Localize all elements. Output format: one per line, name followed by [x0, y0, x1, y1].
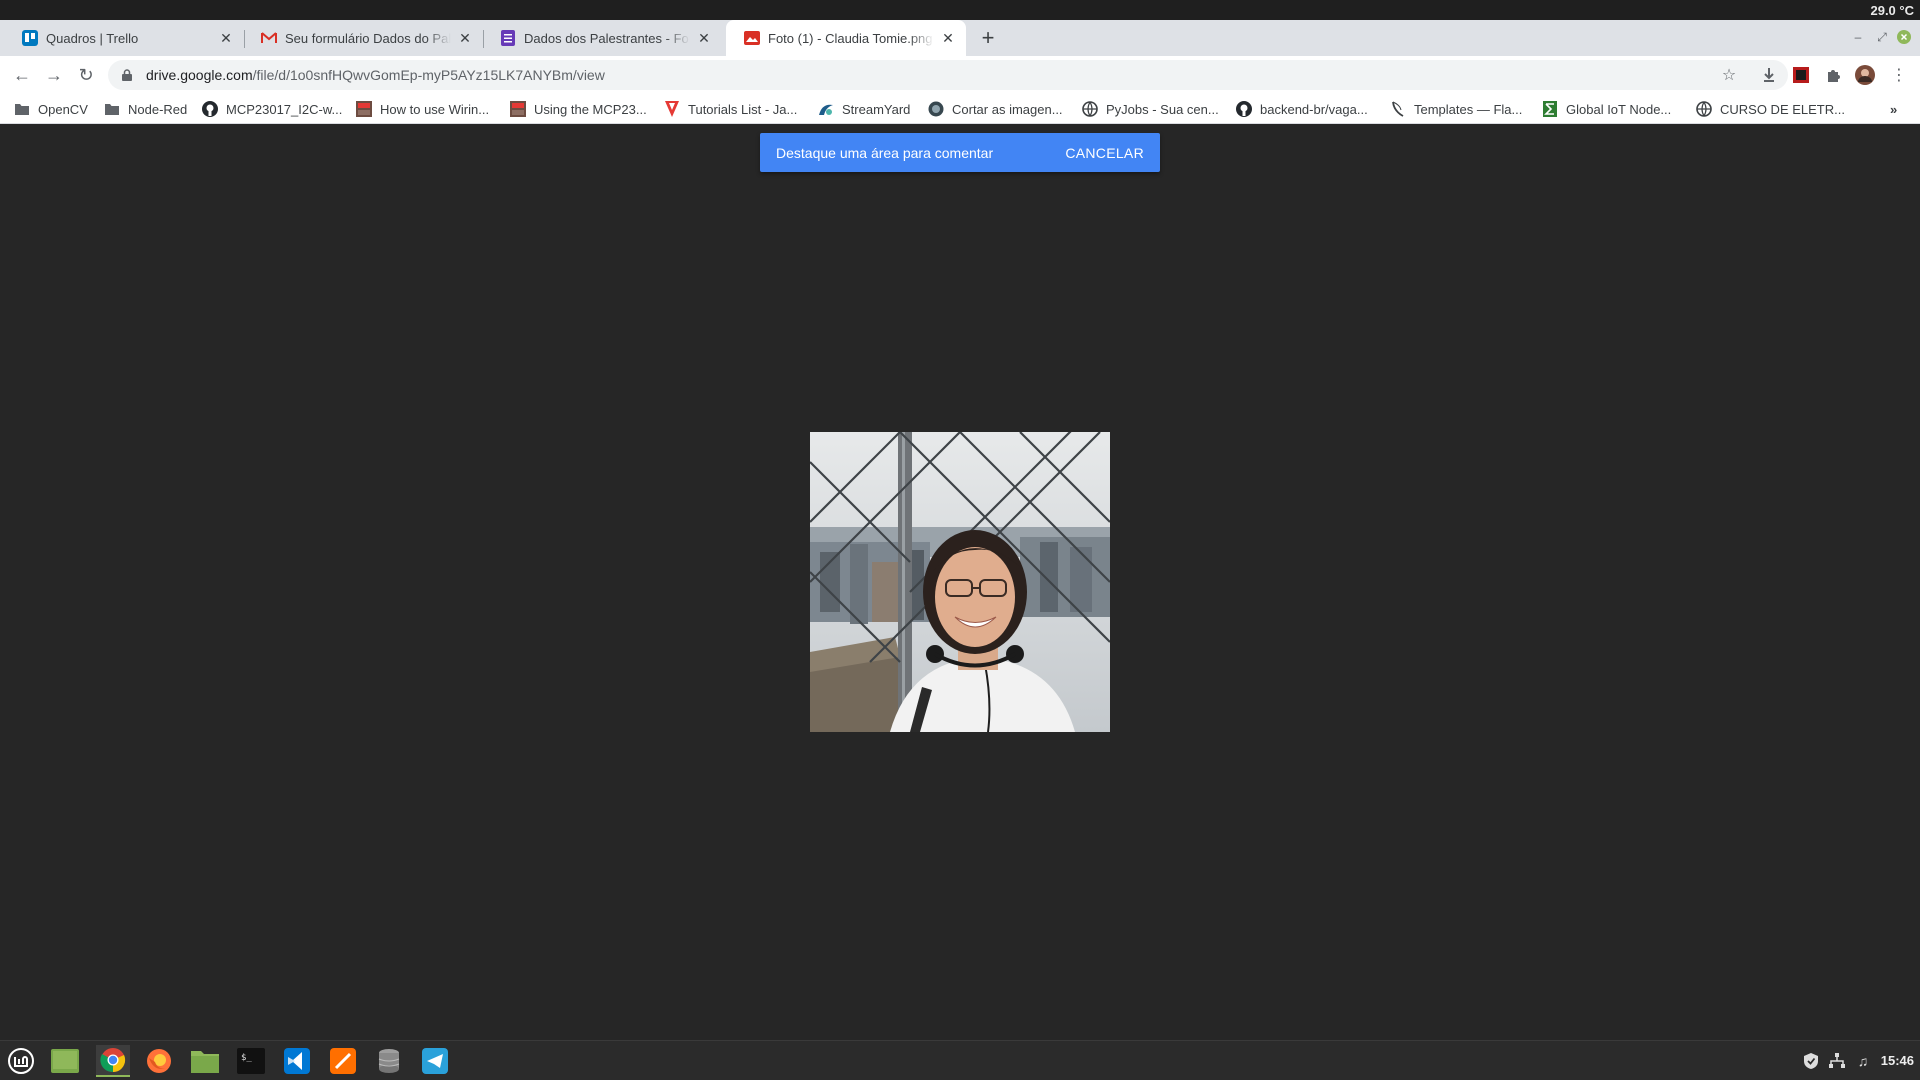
extension-red-icon[interactable]: [1790, 64, 1812, 86]
close-window-icon[interactable]: [1896, 29, 1912, 45]
clock[interactable]: 15:46: [1881, 1053, 1914, 1068]
chrome-icon[interactable]: [96, 1045, 130, 1077]
tab-title: Quadros | Trello: [46, 30, 139, 46]
bookmark-label: CURSO DE ELETR...: [1720, 101, 1845, 117]
bookmark-label: Global IoT Node...: [1566, 101, 1672, 117]
drive-image-viewer: Destaque uma área para comentar CANCELAR: [0, 125, 1920, 1040]
sigma-icon: [1542, 101, 1558, 117]
files-icon[interactable]: [188, 1045, 222, 1077]
globe-icon: [928, 101, 944, 117]
bookmark-item[interactable]: How to use Wirin...: [356, 100, 489, 118]
bookmark-item[interactable]: Cortar as imagen...: [928, 100, 1063, 118]
bookmark-item[interactable]: StreamYard: [818, 100, 910, 118]
bookmarks-bar: OpenCV Node-Red MCP23017_I2C-w... How to…: [0, 94, 1920, 124]
bookmark-item[interactable]: Templates — Fla...: [1390, 100, 1522, 118]
tab-title: Seu formulário Dados do Palestrantes: [285, 30, 451, 46]
bookmark-label: Node-Red: [128, 101, 188, 117]
download-extension-icon[interactable]: [1758, 64, 1780, 86]
svg-text:$_: $_: [241, 1053, 252, 1063]
bookmark-label: Templates — Fla...: [1414, 101, 1523, 117]
telegram-icon[interactable]: [418, 1045, 452, 1077]
bookmark-label: PyJobs - Sua cen...: [1106, 101, 1219, 117]
tab-drive-photo[interactable]: Foto (1) - Claudia Tomie.png - Google Dr…: [726, 20, 966, 56]
globe-icon: [1696, 101, 1712, 117]
forms-icon: [500, 30, 516, 46]
bookmark-label: Using the MCP23...: [534, 101, 647, 117]
vscode-icon[interactable]: [280, 1045, 314, 1077]
bookmark-label: Cortar as imagen...: [952, 101, 1063, 117]
folder-icon: [104, 101, 120, 117]
flask-icon: [1390, 101, 1406, 117]
temperature-readout: 29.0 °C: [1870, 3, 1914, 18]
cancel-button[interactable]: CANCELAR: [1065, 145, 1144, 161]
close-icon[interactable]: ✕: [218, 30, 234, 46]
tab-forms[interactable]: Dados dos Palestrantes - Formulários Goo…: [482, 20, 722, 56]
url-host: drive.google.com: [146, 67, 253, 83]
preview-image[interactable]: [810, 432, 1110, 732]
sublime-icon[interactable]: [326, 1045, 360, 1077]
taskbar: $_ ♫ 15:46: [0, 1040, 1920, 1080]
bookmark-item[interactable]: Tutorials List - Ja...: [664, 100, 797, 118]
gmail-icon: [261, 30, 277, 46]
terminal-icon[interactable]: $_: [234, 1045, 268, 1077]
bookmark-item[interactable]: Node-Red: [104, 100, 187, 118]
close-icon[interactable]: ✕: [696, 30, 712, 46]
github-icon: [202, 101, 218, 117]
bookmark-label: How to use Wirin...: [380, 101, 490, 117]
lock-icon: [122, 69, 136, 81]
globe-icon: [1082, 101, 1098, 117]
more-bookmarks-chevron-icon[interactable]: »: [1890, 100, 1897, 118]
site-icon: [510, 101, 526, 117]
github-icon: [1236, 101, 1252, 117]
restore-icon[interactable]: ⤢: [1874, 29, 1890, 45]
url-path: /file/d/1o0snfHQwvGomEp-myP5AYz15LK7ANYB…: [252, 67, 605, 83]
bookmark-label: backend-br/vaga...: [1260, 101, 1368, 117]
trello-icon: [22, 30, 38, 46]
new-tab-button[interactable]: +: [976, 25, 1000, 50]
tab-gmail[interactable]: Seu formulário Dados do Palestrantes ✕: [243, 20, 484, 56]
image-icon: [744, 30, 760, 46]
address-bar[interactable]: drive.google.com/file/d/1o0snfHQwvGomEp-…: [108, 60, 1788, 90]
bookmark-label: MCP23017_I2C-w...: [226, 101, 343, 117]
comment-prompt-bar: Destaque uma área para comentar CANCELAR: [760, 133, 1160, 172]
network-icon[interactable]: [1828, 1052, 1846, 1070]
show-desktop-icon[interactable]: [48, 1045, 82, 1077]
browser-toolbar: ← → ↻ drive.google.com/file/d/1o0snfHQwv…: [0, 56, 1920, 94]
folder-icon: [14, 101, 30, 117]
tutorials-icon: [664, 101, 680, 117]
bookmark-star-icon[interactable]: ☆: [1718, 64, 1740, 86]
tab-title: Foto (1) - Claudia Tomie.png - Google Dr…: [768, 30, 934, 46]
sound-icon[interactable]: ♫: [1854, 1052, 1872, 1070]
forward-arrow-icon[interactable]: →: [42, 63, 66, 87]
reload-icon[interactable]: ↻: [74, 63, 98, 87]
tab-title: Dados dos Palestrantes - Formulários Goo…: [524, 30, 690, 46]
mint-menu-icon[interactable]: [4, 1045, 38, 1077]
shield-icon[interactable]: [1802, 1052, 1820, 1070]
bookmark-item[interactable]: OpenCV: [14, 100, 88, 118]
bookmark-label: OpenCV: [38, 101, 88, 117]
bookmark-item[interactable]: backend-br/vaga...: [1236, 100, 1368, 118]
tab-trello[interactable]: Quadros | Trello ✕: [4, 20, 245, 56]
bookmark-label: StreamYard: [842, 101, 911, 117]
minimize-icon[interactable]: –: [1850, 29, 1866, 45]
system-top-panel: 29.0 °C: [0, 0, 1920, 20]
bookmark-label: Tutorials List - Ja...: [688, 101, 798, 117]
site-icon: [356, 101, 372, 117]
database-icon[interactable]: [372, 1045, 406, 1077]
tab-strip: Quadros | Trello ✕ Seu formulário Dados …: [0, 20, 1920, 56]
bookmark-item[interactable]: PyJobs - Sua cen...: [1082, 100, 1219, 118]
chrome-menu-icon[interactable]: ⋮: [1888, 64, 1910, 86]
bookmark-item[interactable]: MCP23017_I2C-w...: [202, 100, 342, 118]
bookmark-item[interactable]: CURSO DE ELETR...: [1696, 100, 1845, 118]
bookmark-item[interactable]: Using the MCP23...: [510, 100, 647, 118]
puzzle-extensions-icon[interactable]: [1822, 64, 1844, 86]
streamyard-icon: [818, 101, 834, 117]
comment-prompt-text: Destaque uma área para comentar: [776, 144, 994, 161]
profile-avatar[interactable]: [1854, 64, 1876, 86]
firefox-icon[interactable]: [142, 1045, 176, 1077]
back-arrow-icon[interactable]: ←: [10, 63, 34, 87]
bookmark-item[interactable]: Global IoT Node...: [1542, 100, 1671, 118]
close-icon[interactable]: ✕: [940, 30, 956, 46]
close-icon[interactable]: ✕: [457, 30, 473, 46]
